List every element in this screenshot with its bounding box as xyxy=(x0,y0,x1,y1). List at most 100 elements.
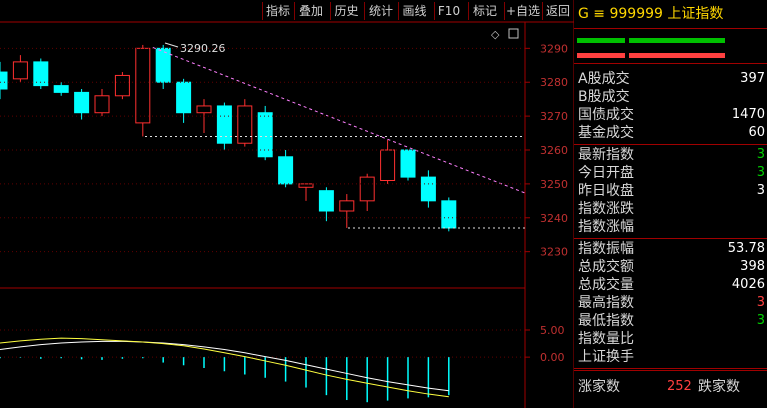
candle-body[interactable] xyxy=(135,47,151,124)
quote-panel: G ≡ 999999 上证指数 A股成交 397 B股成交国债成交 1470 基金成交 6… xyxy=(574,0,767,408)
quote-row: 最高指数 3 xyxy=(574,294,767,312)
quote-label: 指数量比 xyxy=(578,331,634,347)
candle-body[interactable] xyxy=(0,71,8,90)
candle-body[interactable] xyxy=(155,47,171,83)
quote-label: A股成交 xyxy=(578,71,630,87)
quote-row: 昨日收盘 3 xyxy=(574,182,767,200)
candle-body[interactable] xyxy=(74,91,90,114)
y-tick-label: 3270 xyxy=(540,110,568,123)
quote-value: 3 xyxy=(756,313,765,328)
quote-label: 最新指数 xyxy=(578,147,634,163)
candle-body[interactable] xyxy=(420,176,436,202)
diamond-icon[interactable]: ◇ xyxy=(491,28,500,41)
candle-body[interactable] xyxy=(196,105,212,114)
quote-row: 总成交额 398 xyxy=(574,258,767,276)
candle-body[interactable] xyxy=(94,95,110,114)
toolbar-button-4[interactable]: 画线 xyxy=(398,2,430,20)
y-tick-label: 3230 xyxy=(540,246,568,259)
volume-bar xyxy=(629,53,725,58)
quote-row: 最新指数 3 xyxy=(574,146,767,164)
advance-value: 252 xyxy=(667,379,692,394)
quote-row: 指数涨幅 xyxy=(574,218,767,236)
candle-body[interactable] xyxy=(53,85,69,93)
candle-body[interactable] xyxy=(380,149,396,181)
divider xyxy=(574,238,767,239)
quote-row: 总成交量 4026 xyxy=(574,276,767,294)
candle-body[interactable] xyxy=(237,105,253,144)
quote-label: 总成交量 xyxy=(578,277,634,293)
quote-value: 3 xyxy=(756,295,765,310)
trend-line xyxy=(152,46,526,194)
quote-value: 4026 xyxy=(731,277,765,292)
quote-label: 基金成交 xyxy=(578,125,634,141)
quote-label: 最低指数 xyxy=(578,313,634,329)
quote-row: A股成交 397 xyxy=(574,70,767,88)
quote-label: 今日开盘 xyxy=(578,165,634,181)
quote-row: 最低指数 3 xyxy=(574,312,767,330)
y-tick-label: 3240 xyxy=(540,212,568,225)
high-marker-arrow xyxy=(164,42,179,48)
y-tick-label: 3280 xyxy=(540,76,568,89)
toolbar-button-5[interactable]: F10 xyxy=(434,2,463,20)
toolbar-button-6[interactable]: 标记 xyxy=(468,2,501,20)
quote-value: 3 xyxy=(756,147,765,162)
candle-body[interactable] xyxy=(441,200,457,229)
y-tick-label: 3290 xyxy=(540,42,568,55)
toolbar-button-2[interactable]: 历史 xyxy=(330,2,362,20)
divider xyxy=(574,144,767,145)
y-tick-label: 3250 xyxy=(540,178,568,191)
y-tick-label: 3260 xyxy=(540,144,568,157)
kline-chart[interactable]: ◇ 3290.26 3290 3280 3270 3260 3250 3240 3230 5… xyxy=(0,0,574,408)
quote-value: 398 xyxy=(740,259,765,274)
divider xyxy=(574,28,767,29)
decline-label: 跌家数 xyxy=(698,379,740,395)
quote-value: 53.78 xyxy=(727,241,765,256)
quote-row: B股成交 xyxy=(574,88,767,106)
quote-label: 国债成交 xyxy=(578,107,634,123)
quote-value: 1470 xyxy=(731,107,765,122)
candle-body[interactable] xyxy=(114,74,130,97)
square-icon[interactable] xyxy=(508,28,519,39)
quote-label: 昨日收盘 xyxy=(578,183,634,199)
candle-body[interactable] xyxy=(400,149,416,178)
quote-value: 60 xyxy=(748,125,765,140)
quote-row: 指数量比 xyxy=(574,330,767,348)
volume-bar xyxy=(577,38,625,43)
quote-row: 指数振幅 53.78 xyxy=(574,240,767,258)
candle-body[interactable] xyxy=(278,156,294,185)
quote-label: 指数涨幅 xyxy=(578,219,634,235)
sub-tick-label: 5.00 xyxy=(540,324,565,337)
advance-decline-row: 涨家数 252 跌家数 xyxy=(574,378,767,396)
quote-label: 最高指数 xyxy=(578,295,634,311)
divider xyxy=(574,370,767,371)
advance-label: 涨家数 xyxy=(578,379,620,395)
quote-row: 基金成交 60 xyxy=(574,124,767,142)
quote-row: 国债成交 1470 xyxy=(574,106,767,124)
quote-value: 3 xyxy=(756,165,765,180)
quote-label: B股成交 xyxy=(578,89,630,105)
quote-label: 总成交额 xyxy=(578,259,634,275)
volume-bar xyxy=(577,53,625,58)
toolbar-button-8[interactable]: 返回 xyxy=(542,2,573,20)
candle-body[interactable] xyxy=(359,176,375,202)
stock-title: G ≡ 999999 上证指数 xyxy=(578,6,724,22)
toolbar-button-0[interactable]: 指标 xyxy=(262,2,293,20)
toolbar-button-7[interactable]: +自选 xyxy=(504,2,541,20)
candle-body[interactable] xyxy=(339,200,355,212)
volume-bar xyxy=(629,38,725,43)
quote-label: 指数涨跌 xyxy=(578,201,634,217)
candle-body[interactable] xyxy=(216,105,232,144)
chart-toolbar: 指标 叠加 历史 统计 画线 F10 标记 +自选 返回 xyxy=(0,0,574,22)
toolbar-button-3[interactable]: 统计 xyxy=(364,2,397,20)
candle-body[interactable] xyxy=(318,190,334,212)
quote-value: 3 xyxy=(756,183,765,198)
quote-value: 397 xyxy=(740,71,765,86)
candle-body[interactable] xyxy=(298,183,314,188)
high-annotation: 3290.26 xyxy=(180,42,226,55)
divider xyxy=(574,63,767,64)
divider xyxy=(574,368,767,369)
sub-tick-label: 0.00 xyxy=(540,351,565,364)
candle-body[interactable] xyxy=(176,81,192,114)
candle-body[interactable] xyxy=(12,61,28,80)
toolbar-button-1[interactable]: 叠加 xyxy=(294,2,327,20)
